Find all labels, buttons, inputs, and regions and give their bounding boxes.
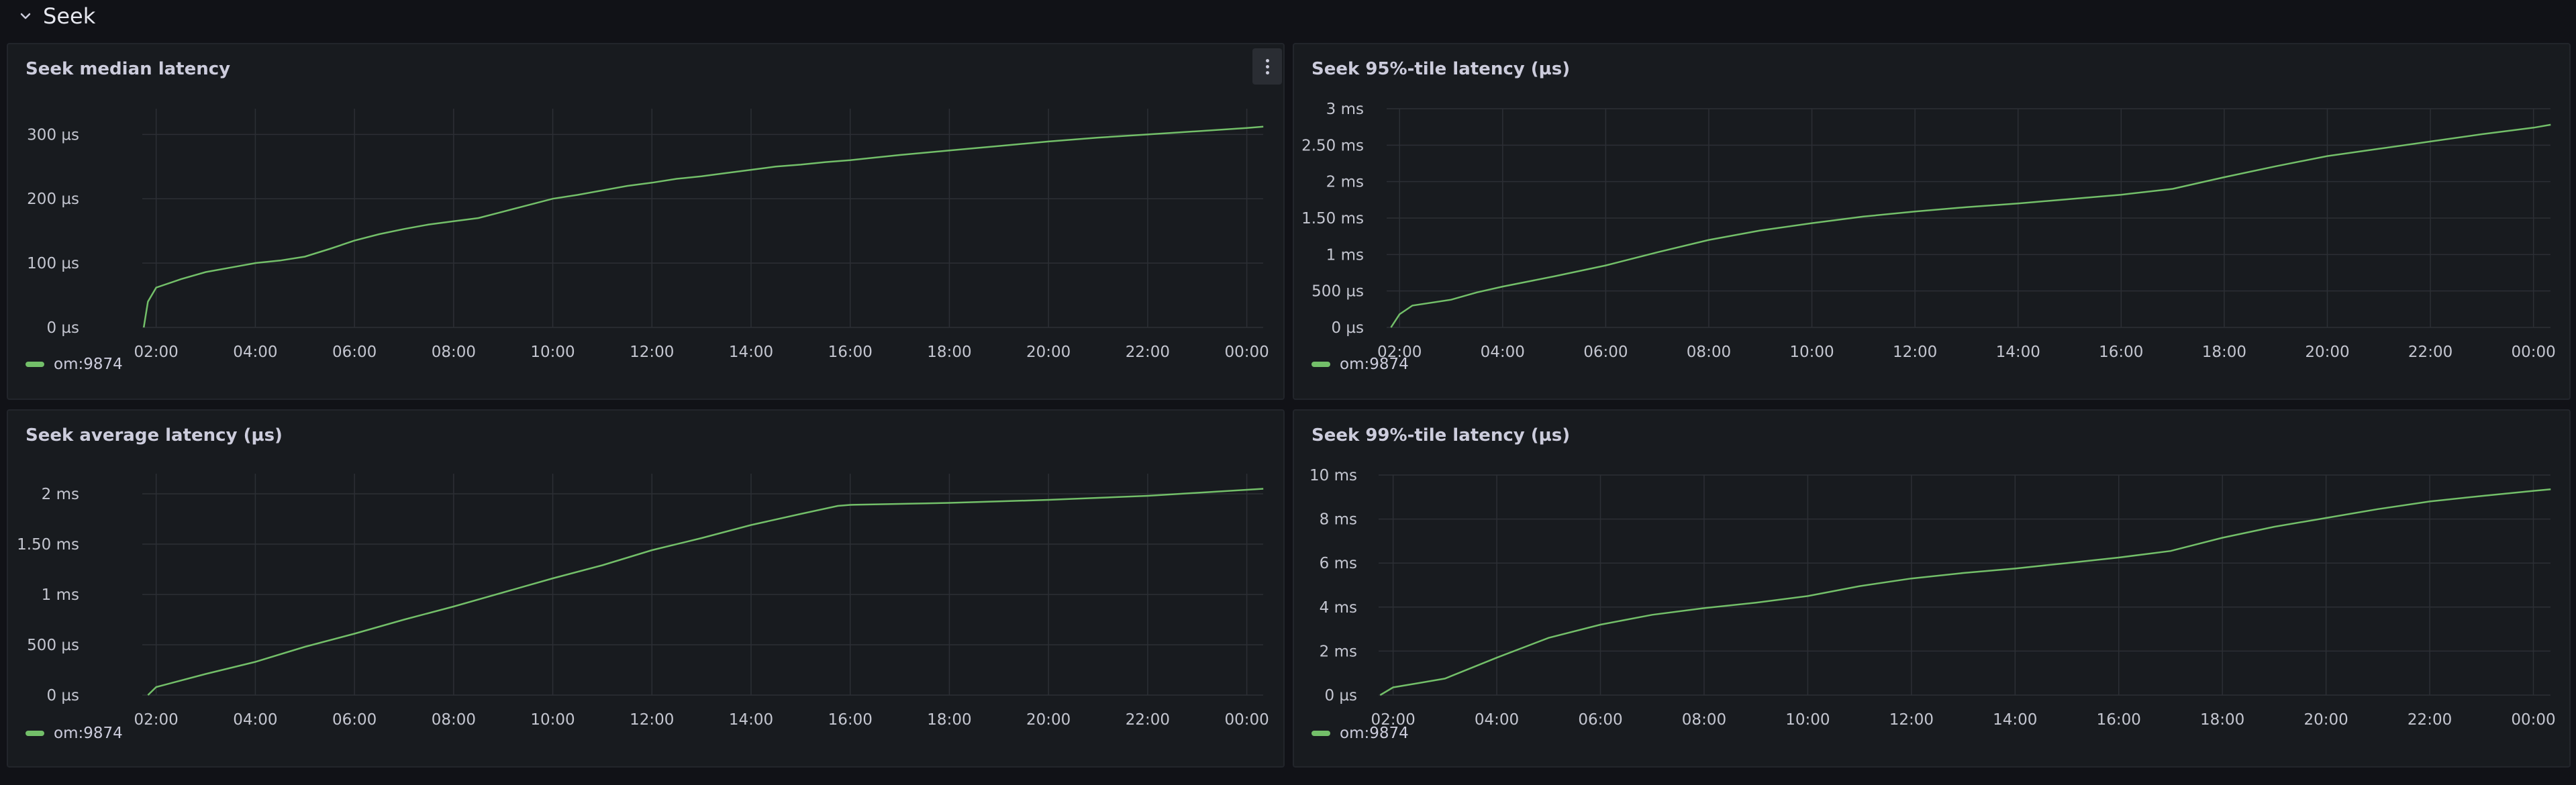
- x-tick-label: 04:00: [1481, 344, 1525, 361]
- x-tick-label: 00:00: [1224, 711, 1269, 729]
- y-tick-label: 1 ms: [1326, 246, 1364, 264]
- x-tick-label: 06:00: [332, 711, 377, 729]
- x-tick-label: 16:00: [2097, 711, 2141, 729]
- x-tick-label: 08:00: [1682, 711, 1726, 729]
- chart-panel[interactable]: Seek 99%-tile latency (µs) 10 ms 8 ms 6 ms 4…: [1293, 409, 2571, 768]
- legend-swatch: [26, 362, 44, 367]
- x-tick-label: 12:00: [1893, 344, 1937, 361]
- x-tick-label: 20:00: [2305, 344, 2349, 361]
- x-tick-label: 00:00: [2511, 711, 2555, 729]
- legend-swatch: [1311, 362, 1330, 367]
- x-tick-label: 00:00: [2512, 344, 2556, 361]
- chart-panel[interactable]: Seek 95%-tile latency (µs) 3 ms 2.50 ms 2 m…: [1293, 43, 2571, 400]
- x-tick-label: 12:00: [630, 344, 674, 361]
- y-tick-label: 100 µs: [27, 255, 79, 272]
- y-tick-label: 10 ms: [1309, 467, 1357, 484]
- x-tick-label: 10:00: [1789, 344, 1834, 361]
- x-tick-label: 10:00: [530, 344, 575, 361]
- chevron-down-icon[interactable]: [17, 8, 34, 24]
- y-tick-label: 8 ms: [1320, 511, 1357, 529]
- x-tick-label: 12:00: [1889, 711, 1934, 729]
- line-chart: 2 ms 1.50 ms 1 ms 500 µs 0 µs 02:00 04:00 06:00…: [17, 474, 1269, 729]
- y-tick-label: 500 µs: [27, 637, 79, 654]
- line-chart: 3 ms2.50 ms2 ms1.50 ms1 ms500 µs0 µs02:0…: [1301, 101, 2556, 361]
- x-tick-label: 18:00: [927, 344, 971, 361]
- y-tick-label: 4 ms: [1320, 599, 1357, 617]
- legend-item[interactable]: om:9874: [1311, 725, 1409, 742]
- x-tick-label: 06:00: [1578, 711, 1622, 729]
- x-tick-label: 18:00: [927, 711, 971, 729]
- x-tick-label: 04:00: [233, 711, 277, 729]
- legend-swatch: [1311, 731, 1330, 736]
- legend-label: om:9874: [1340, 356, 1409, 373]
- y-tick-label: 2 ms: [1326, 174, 1364, 191]
- x-tick-label: 22:00: [2408, 344, 2453, 361]
- x-tick-label: 22:00: [1126, 711, 1170, 729]
- x-tick-label: 20:00: [1026, 344, 1071, 361]
- x-tick-label: 10:00: [530, 711, 575, 729]
- x-tick-label: 16:00: [828, 711, 873, 729]
- y-tick-label: 0 µs: [1331, 319, 1364, 337]
- x-tick-label: 04:00: [233, 344, 277, 361]
- y-tick-label: 1 ms: [42, 586, 79, 604]
- x-tick-label: 02:00: [134, 711, 179, 729]
- x-tick-label: 18:00: [2202, 344, 2246, 361]
- x-tick-label: 00:00: [1224, 344, 1269, 361]
- legend-item[interactable]: om:9874: [26, 356, 123, 373]
- series-line-om-9874: [1379, 488, 2551, 696]
- legend-swatch: [26, 731, 44, 736]
- x-tick-label: 14:00: [1996, 344, 2040, 361]
- x-tick-label: 02:00: [134, 344, 179, 361]
- x-tick-label: 14:00: [1993, 711, 2037, 729]
- chart-panel[interactable]: Seek median latency 300 µs 200 µs 100 µs 0 µ…: [7, 43, 1285, 400]
- x-tick-label: 04:00: [1475, 711, 1519, 729]
- x-tick-label: 16:00: [828, 344, 873, 361]
- y-tick-label: 6 ms: [1320, 555, 1357, 572]
- series-line-om-9874: [147, 488, 1264, 696]
- y-tick-label: 2 ms: [1320, 643, 1357, 660]
- x-tick-label: 08:00: [432, 711, 476, 729]
- x-tick-label: 06:00: [332, 344, 377, 361]
- y-tick-label: 300 µs: [27, 126, 79, 144]
- y-tick-label: 2 ms: [42, 486, 79, 503]
- series-line-om-9874: [142, 125, 1264, 328]
- legend-item[interactable]: om:9874: [1311, 356, 1409, 373]
- dashboard-row-header: Seek: [0, 0, 2576, 35]
- x-tick-label: 12:00: [630, 711, 674, 729]
- legend-label: om:9874: [1340, 725, 1409, 742]
- x-tick-label: 14:00: [729, 711, 773, 729]
- x-tick-label: 14:00: [729, 344, 773, 361]
- x-tick-label: 22:00: [1126, 344, 1170, 361]
- y-tick-label: 1.50 ms: [1301, 210, 1364, 227]
- y-tick-label: 1.50 ms: [17, 536, 79, 554]
- y-tick-label: 3 ms: [1326, 101, 1364, 118]
- y-tick-label: 500 µs: [1311, 283, 1364, 301]
- y-tick-label: 2.50 ms: [1301, 137, 1364, 154]
- x-tick-label: 20:00: [1026, 711, 1071, 729]
- x-tick-label: 10:00: [1785, 711, 1830, 729]
- y-tick-label: 0 µs: [1324, 687, 1357, 704]
- x-tick-label: 16:00: [2099, 344, 2143, 361]
- x-tick-label: 08:00: [432, 344, 476, 361]
- legend-label: om:9874: [54, 725, 123, 742]
- x-tick-label: 20:00: [2303, 711, 2348, 729]
- row-title[interactable]: Seek: [43, 1, 95, 31]
- x-tick-label: 08:00: [1687, 344, 1731, 361]
- y-tick-label: 0 µs: [46, 319, 79, 337]
- x-tick-label: 22:00: [2408, 711, 2452, 729]
- series-line-om-9874: [1390, 123, 2551, 328]
- chart-panel[interactable]: Seek average latency (µs) 2 ms 1.50 ms 1 ms…: [7, 409, 1285, 768]
- y-tick-label: 0 µs: [46, 687, 79, 704]
- line-chart: 300 µs 200 µs 100 µs 0 µs 02:00 04:00 06:00 08:…: [27, 109, 1269, 361]
- legend-label: om:9874: [54, 356, 123, 373]
- x-tick-label: 18:00: [2200, 711, 2244, 729]
- y-tick-label: 200 µs: [27, 191, 79, 208]
- line-chart: 10 ms8 ms6 ms4 ms2 ms0 µs02:00 04:00 06:00…: [1309, 467, 2556, 729]
- legend-item[interactable]: om:9874: [26, 725, 123, 742]
- x-tick-label: 06:00: [1583, 344, 1628, 361]
